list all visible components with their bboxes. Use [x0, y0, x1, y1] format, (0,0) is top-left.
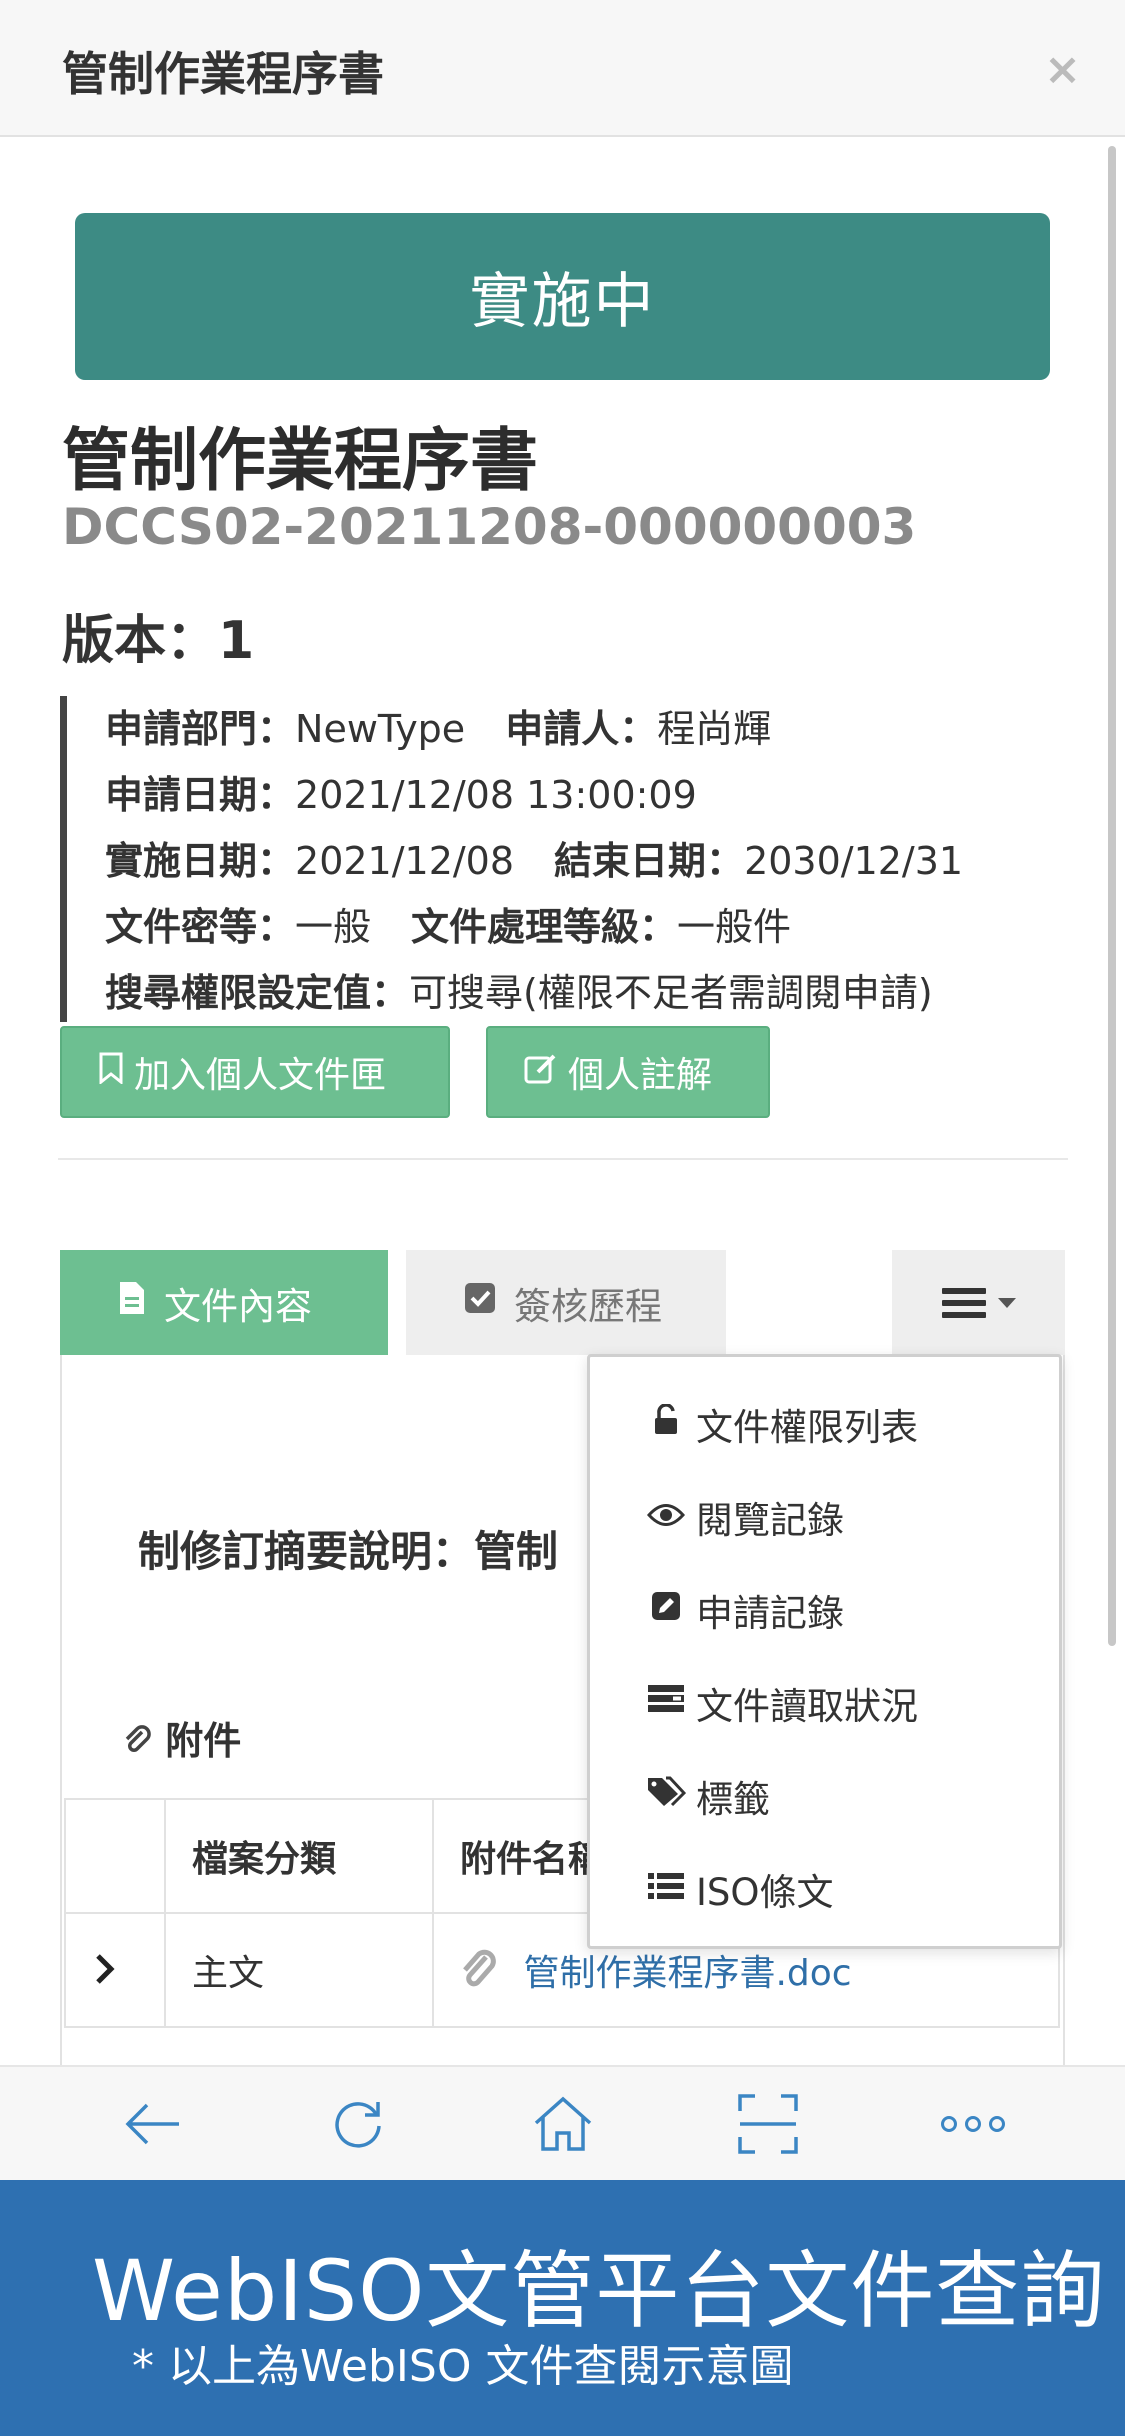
paperclip-icon — [460, 1949, 511, 1994]
paperclip-icon — [122, 1719, 165, 1763]
tab-review-history-label: 簽核歷程 — [514, 1284, 662, 1328]
end-date-value: 2030/12/31 — [744, 839, 964, 883]
expand-row-icon[interactable] — [64, 1912, 166, 2028]
search-permission-label: 搜尋權限設定值： — [105, 971, 410, 1015]
home-icon[interactable] — [523, 2084, 603, 2164]
attachments-heading: 附件 — [122, 1710, 241, 1765]
attachments-label: 附件 — [165, 1719, 242, 1763]
annotate-button[interactable]: 個人註解 — [486, 1026, 770, 1118]
tab-review-history[interactable]: 簽核歷程 — [406, 1250, 726, 1355]
document-title: 管制作業程序書 — [62, 422, 539, 501]
menu-item-label: 閱覽記錄 — [696, 1498, 844, 1542]
modal-header: 管制作業程序書 × — [0, 0, 1125, 137]
handling-value: 一般件 — [677, 905, 792, 949]
annotate-label: 個人註解 — [568, 1055, 713, 1096]
info-line-dates: 實施日期：2021/12/08 結束日期：2030/12/31 — [105, 828, 1060, 894]
info-line-levels: 文件密等：一般 文件處理等級：一般件 — [105, 894, 1060, 960]
effective-date-label: 實施日期： — [105, 839, 296, 883]
tasks-icon — [646, 1684, 686, 1722]
close-icon[interactable]: × — [1044, 48, 1081, 92]
browser-toolbar — [0, 2065, 1125, 2180]
menu-item-tags[interactable]: 標籤 — [590, 1749, 1059, 1842]
end-date-label: 結束日期： — [554, 839, 745, 883]
revision-summary: 制修訂摘要說明：管制 — [138, 1527, 559, 1576]
effective-date-value: 2021/12/08 — [295, 839, 515, 883]
menu-item-view-log[interactable]: 閱覽記錄 — [590, 1470, 1059, 1563]
info-line-dept: 申請部門：NewType 申請人：程尚輝 — [105, 696, 1060, 762]
scrollbar[interactable] — [1108, 146, 1116, 1646]
caption-subtitle: * 以上為WebISO 文件查閱示意圖 — [132, 2341, 794, 2392]
modal-title: 管制作業程序書 — [62, 47, 384, 101]
info-line-apply-date: 申請日期：2021/12/08 13:00:09 — [105, 762, 1060, 828]
menu-item-label: 文件權限列表 — [696, 1405, 918, 1449]
document-info: 申請部門：NewType 申請人：程尚輝 申請日期：2021/12/08 13:0… — [60, 696, 1060, 1022]
search-permission-value: 可搜尋(權限不足者需調閱申請) — [409, 971, 933, 1015]
menu-item-read-status[interactable]: 文件讀取狀況 — [590, 1656, 1059, 1749]
menu-item-label: 申請記錄 — [696, 1591, 844, 1635]
document-number: DCCS02-20211208-000000003 — [62, 498, 917, 556]
status-badge: 實施中 — [75, 213, 1050, 380]
caption-title: WebISO文管平台文件查詢 — [92, 2242, 1106, 2340]
eye-icon — [646, 1498, 686, 1536]
add-to-folder-label: 加入個人文件匣 — [134, 1055, 387, 1096]
scan-icon[interactable] — [728, 2084, 808, 2164]
unlock-icon — [646, 1402, 686, 1444]
list-icon — [646, 1870, 686, 1908]
hamburger-icon — [941, 1287, 986, 1318]
apply-date-value: 2021/12/08 13:00:09 — [295, 773, 697, 817]
document-version: 版本：1 — [62, 598, 254, 673]
dept-label: 申請部門： — [105, 707, 296, 751]
refresh-icon[interactable] — [318, 2084, 398, 2164]
table-header-category: 檔案分類 — [164, 1798, 434, 1914]
back-arrow-icon[interactable] — [113, 2084, 193, 2164]
attachment-link[interactable]: 管制作業程序書.doc — [523, 1953, 851, 1994]
add-to-folder-button[interactable]: 加入個人文件匣 — [60, 1026, 450, 1118]
menu-item-label: 標籤 — [696, 1777, 770, 1821]
menu-item-iso-clauses[interactable]: ISO條文 — [590, 1842, 1059, 1935]
version-value: 1 — [218, 611, 255, 671]
more-menu-toggle[interactable] — [892, 1250, 1065, 1355]
file-icon — [118, 1280, 146, 1325]
secrecy-label: 文件密等： — [105, 905, 296, 949]
caret-down-icon — [997, 1297, 1016, 1308]
file-category: 主文 — [164, 1912, 434, 2028]
tab-document-content[interactable]: 文件內容 — [60, 1250, 388, 1355]
applicant-label: 申請人： — [505, 707, 658, 751]
version-label: 版本： — [62, 611, 219, 671]
table-header-expand — [64, 1798, 166, 1914]
check-square-icon — [464, 1282, 496, 1323]
menu-item-label: ISO條文 — [696, 1870, 834, 1914]
edit-icon — [646, 1591, 686, 1629]
more-menu-dropdown: 文件權限列表 閱覽記錄 申請記錄 文件讀取狀況 標籤 ISO條文 — [587, 1354, 1062, 1949]
applicant-value: 程尚輝 — [657, 707, 772, 751]
edit-icon — [524, 1052, 558, 1092]
more-options-icon[interactable] — [933, 2084, 1013, 2164]
tab-document-content-label: 文件內容 — [164, 1284, 312, 1328]
handling-label: 文件處理等級： — [411, 905, 678, 949]
menu-item-label: 文件讀取狀況 — [696, 1684, 918, 1728]
caption-banner: WebISO文管平台文件查詢 * 以上為WebISO 文件查閱示意圖 — [0, 2180, 1125, 2436]
secrecy-value: 一般 — [295, 905, 372, 949]
menu-item-permissions[interactable]: 文件權限列表 — [590, 1377, 1059, 1470]
menu-item-apply-log[interactable]: 申請記錄 — [590, 1563, 1059, 1656]
bookmark-icon — [98, 1052, 124, 1092]
apply-date-label: 申請日期： — [105, 773, 296, 817]
dept-value: NewType — [295, 707, 466, 751]
tags-icon — [646, 1776, 687, 1816]
info-line-search: 搜尋權限設定值：可搜尋(權限不足者需調閱申請) — [105, 960, 1060, 1026]
divider — [58, 1158, 1068, 1160]
